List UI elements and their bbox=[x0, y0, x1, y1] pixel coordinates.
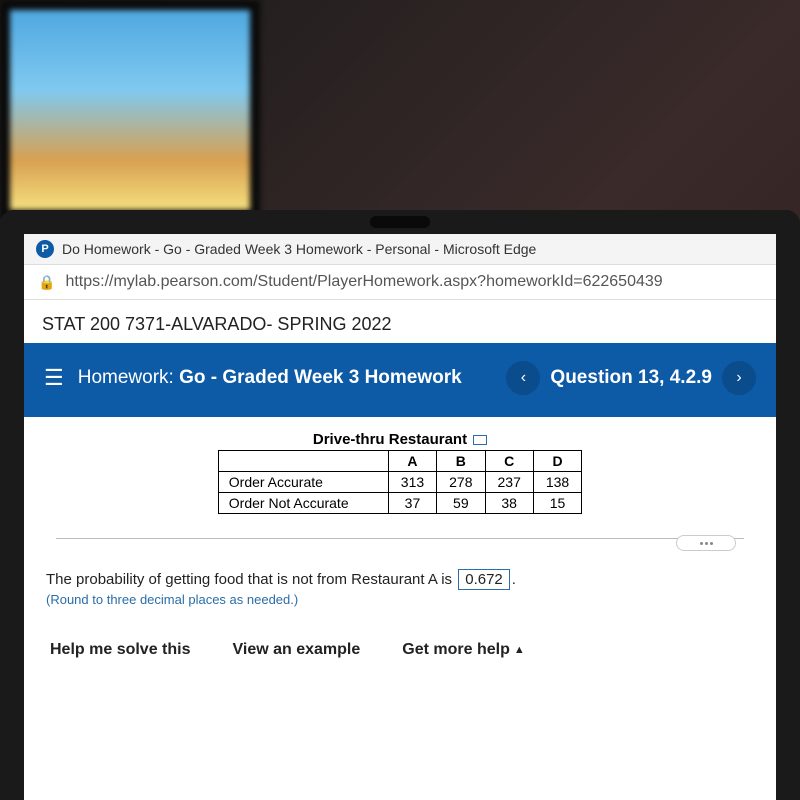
cell: 237 bbox=[485, 472, 533, 493]
row-label: Order Not Accurate bbox=[218, 493, 388, 514]
cell: 59 bbox=[437, 493, 485, 514]
help-toolbar: Help me solve this View an example Get m… bbox=[24, 615, 776, 669]
col-header: D bbox=[533, 451, 581, 472]
col-header: A bbox=[388, 451, 436, 472]
popup-icon[interactable] bbox=[473, 435, 487, 445]
chevron-up-icon: ▲ bbox=[514, 644, 525, 656]
browser-window: P Do Homework - Go - Graded Week 3 Homew… bbox=[24, 234, 776, 800]
next-question-button[interactable]: › bbox=[722, 361, 756, 395]
cell: 138 bbox=[533, 472, 581, 493]
assignment-header: ☰ Homework: Go - Graded Week 3 Homework … bbox=[24, 343, 776, 417]
webcam bbox=[370, 216, 430, 228]
cell: 38 bbox=[485, 493, 533, 514]
answer-input[interactable]: 0.672 bbox=[458, 569, 510, 590]
separator bbox=[56, 538, 744, 539]
col-header: B bbox=[437, 451, 485, 472]
data-table: A B C D Order Accurate 313 278 237 138 O… bbox=[218, 450, 582, 514]
answer-text-after: . bbox=[512, 571, 516, 588]
address-bar[interactable]: 🔒 https://mylab.pearson.com/Student/Play… bbox=[24, 264, 776, 300]
row-label: Order Accurate bbox=[218, 472, 388, 493]
cell: 15 bbox=[533, 493, 581, 514]
get-more-help-button[interactable]: Get more help ▲ bbox=[402, 641, 524, 659]
table-row: Order Not Accurate 37 59 38 15 bbox=[218, 493, 581, 514]
window-titlebar: P Do Homework - Go - Graded Week 3 Homew… bbox=[24, 234, 776, 264]
course-title: STAT 200 7371-ALVARADO- SPRING 2022 bbox=[24, 300, 776, 343]
url-text: https://mylab.pearson.com/Student/Player… bbox=[65, 273, 762, 291]
answer-block: The probability of getting food that is … bbox=[24, 551, 776, 615]
table-header-row: A B C D bbox=[218, 451, 581, 472]
help-me-solve-button[interactable]: Help me solve this bbox=[50, 641, 191, 659]
cell: 313 bbox=[388, 472, 436, 493]
app-icon: P bbox=[36, 240, 54, 258]
question-content: Drive-thru Restaurant A B C D Order Accu… bbox=[24, 417, 776, 551]
view-example-button[interactable]: View an example bbox=[233, 641, 361, 659]
table-title: Drive-thru Restaurant bbox=[313, 431, 467, 448]
answer-text-before: The probability of getting food that is … bbox=[46, 571, 452, 588]
table-row: Order Accurate 313 278 237 138 bbox=[218, 472, 581, 493]
lock-icon: 🔒 bbox=[38, 274, 55, 291]
question-number-label: Question 13, 4.2.9 bbox=[550, 367, 712, 389]
cell: 278 bbox=[437, 472, 485, 493]
cell: 37 bbox=[388, 493, 436, 514]
window-title: Do Homework - Go - Graded Week 3 Homewor… bbox=[62, 241, 536, 257]
hamburger-menu-icon[interactable]: ☰ bbox=[44, 367, 64, 389]
homework-title: Homework: Go - Graded Week 3 Homework bbox=[78, 366, 462, 391]
answer-instruction: (Round to three decimal places as needed… bbox=[46, 592, 754, 607]
prev-question-button[interactable]: ‹ bbox=[506, 361, 540, 395]
scroll-handle[interactable] bbox=[676, 535, 736, 551]
laptop-frame: P Do Homework - Go - Graded Week 3 Homew… bbox=[0, 210, 800, 800]
col-header: C bbox=[485, 451, 533, 472]
